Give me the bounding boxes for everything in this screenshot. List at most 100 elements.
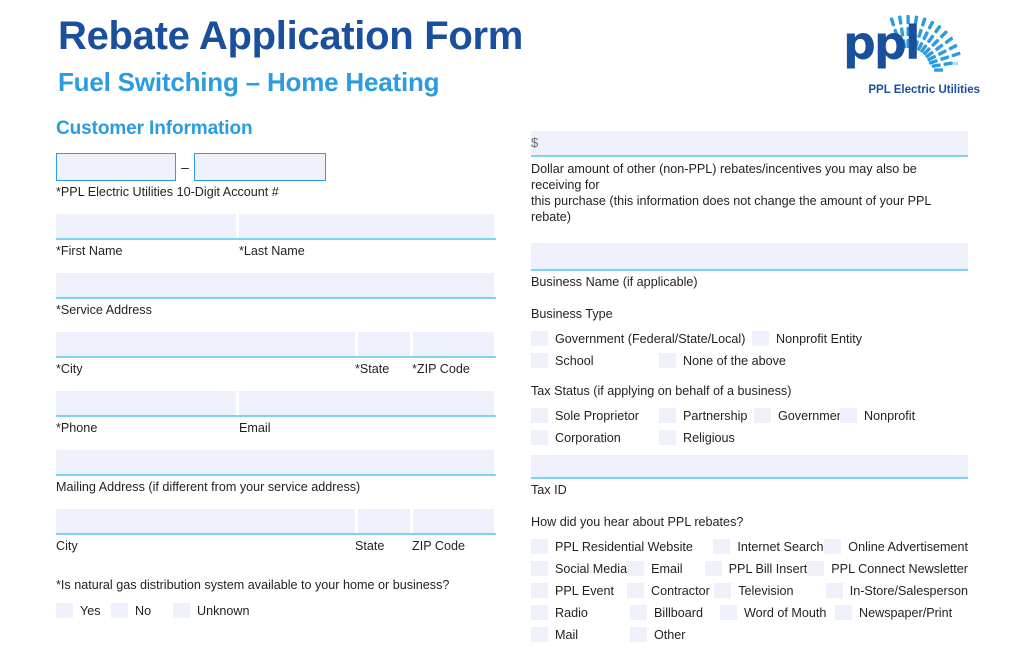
checkbox-box-icon[interactable]	[173, 603, 190, 618]
business-name-input[interactable]	[531, 243, 968, 269]
checkbox-business-type-school[interactable]: School	[531, 353, 659, 368]
checkbox-referral-in-store-salesperson[interactable]: In-Store/Salesperson	[825, 583, 968, 598]
currency-symbol: $	[531, 135, 539, 150]
mailing-city-label: City	[56, 539, 78, 553]
phone-label: *Phone	[56, 421, 98, 435]
email-input[interactable]	[239, 391, 494, 415]
checkbox-referral-ppl-bill-insert[interactable]: PPL Bill Insert	[704, 561, 807, 576]
mailing-address-input[interactable]	[56, 450, 494, 474]
checkbox-gas-no[interactable]: No	[111, 603, 173, 618]
checkbox-label: Nonprofit	[864, 408, 916, 423]
checkbox-tax-status-partnership[interactable]: Partnership	[659, 408, 754, 423]
checkbox-box-icon[interactable]	[704, 561, 722, 576]
checkbox-box-icon[interactable]	[531, 605, 548, 620]
mailing-zip-input[interactable]	[413, 509, 494, 533]
checkbox-box-icon[interactable]	[531, 353, 548, 368]
checkbox-referral-social-media[interactable]: Social Media	[531, 561, 627, 576]
other-rebate-description: Dollar amount of other (non-PPL) rebates…	[531, 161, 968, 225]
checkbox-referral-online-advertisement[interactable]: Online Advertisement	[824, 539, 968, 554]
checkbox-box-icon[interactable]	[824, 539, 842, 554]
checkbox-box-icon[interactable]	[531, 408, 548, 423]
checkbox-box-icon[interactable]	[531, 583, 548, 598]
checkbox-label: Nonprofit Entity	[776, 331, 863, 346]
checkbox-tax-status-corporation[interactable]: Corporation	[531, 430, 659, 445]
service-address-label-row: *Service Address	[56, 302, 496, 319]
checkbox-referral-contractor[interactable]: Contractor	[626, 583, 714, 598]
checkbox-referral-ppl-connect-newsletter[interactable]: PPL Connect Newsletter	[807, 561, 968, 576]
checkbox-business-type-none[interactable]: None of the above	[659, 353, 786, 368]
checkbox-box-icon[interactable]	[659, 408, 676, 423]
checkbox-tax-status-religious[interactable]: Religious	[659, 430, 735, 445]
checkbox-box-icon[interactable]	[626, 583, 644, 598]
checkbox-business-type-nonprofit-entity[interactable]: Nonprofit Entity	[752, 331, 862, 346]
phone-input[interactable]	[56, 391, 236, 415]
service-city-input[interactable]	[56, 332, 355, 356]
checkbox-label: Religious	[683, 430, 735, 445]
checkbox-referral-mail[interactable]: Mail	[531, 627, 630, 642]
page-header: Rebate Application Form Fuel Switching –…	[0, 0, 1024, 112]
checkbox-label: PPL Connect Newsletter	[831, 561, 968, 576]
checkbox-referral-television[interactable]: Television	[714, 583, 825, 598]
checkbox-referral-ppl-residential-website[interactable]: PPL Residential Website	[531, 539, 713, 554]
checkbox-box-icon[interactable]	[111, 603, 128, 618]
checkbox-box-icon[interactable]	[713, 539, 731, 554]
service-state-input[interactable]	[358, 332, 410, 356]
checkbox-box-icon[interactable]	[627, 561, 645, 576]
checkbox-tax-status-government[interactable]: Government	[754, 408, 847, 423]
checkbox-gas-yes[interactable]: Yes	[56, 603, 111, 618]
checkbox-box-icon[interactable]	[659, 353, 676, 368]
checkbox-box-icon[interactable]	[840, 408, 857, 423]
checkbox-referral-radio[interactable]: Radio	[531, 605, 630, 620]
tax-id-input[interactable]	[531, 455, 968, 477]
checkbox-box-icon[interactable]	[825, 583, 843, 598]
checkbox-tax-status-sole-proprietor[interactable]: Sole Proprietor	[531, 408, 659, 423]
checkbox-referral-email[interactable]: Email	[627, 561, 705, 576]
service-state-label: *State	[355, 362, 390, 376]
first-name-input[interactable]	[56, 214, 236, 238]
checkbox-label: Internet Search	[737, 539, 824, 554]
checkbox-referral-word-of-mouth[interactable]: Word of Mouth	[720, 605, 835, 620]
checkbox-label: Mail	[555, 627, 579, 642]
business-name-label-row: Business Name (if applicable)	[531, 274, 968, 291]
mailing-city-state-zip-row	[56, 509, 496, 535]
checkbox-box-icon[interactable]	[531, 561, 548, 576]
mailing-state-input[interactable]	[358, 509, 410, 533]
referral-options-row-1: PPL Residential Website Internet Search …	[531, 539, 968, 554]
checkbox-referral-billboard[interactable]: Billboard	[630, 605, 720, 620]
mailing-city-input[interactable]	[56, 509, 355, 533]
business-type-options-row1: Government (Federal/State/Local) Nonprof…	[531, 331, 968, 346]
checkbox-tax-status-nonprofit[interactable]: Nonprofit	[840, 408, 915, 423]
checkbox-business-type-government[interactable]: Government (Federal/State/Local)	[531, 331, 752, 346]
name-labels-row: *First Name *Last Name	[56, 243, 496, 260]
checkbox-box-icon[interactable]	[630, 627, 647, 642]
other-rebate-description-line1: Dollar amount of other (non-PPL) rebates…	[531, 162, 917, 192]
service-address-input[interactable]	[56, 273, 494, 297]
checkbox-label: Word of Mouth	[744, 605, 827, 620]
checkbox-box-icon[interactable]	[807, 561, 825, 576]
checkbox-box-icon[interactable]	[714, 583, 732, 598]
checkbox-box-icon[interactable]	[56, 603, 73, 618]
checkbox-referral-ppl-event[interactable]: PPL Event	[531, 583, 627, 598]
last-name-input[interactable]	[239, 214, 494, 238]
checkbox-box-icon[interactable]	[754, 408, 771, 423]
checkbox-box-icon[interactable]	[752, 331, 769, 346]
referral-question-label: How did you hear about PPL rebates?	[531, 515, 744, 529]
checkbox-box-icon[interactable]	[630, 605, 647, 620]
checkbox-box-icon[interactable]	[835, 605, 852, 620]
checkbox-box-icon[interactable]	[659, 430, 676, 445]
other-rebate-amount-input[interactable]	[531, 131, 968, 155]
service-zip-input[interactable]	[413, 332, 494, 356]
checkbox-box-icon[interactable]	[531, 627, 548, 642]
checkbox-referral-internet-search[interactable]: Internet Search	[713, 539, 824, 554]
checkbox-box-icon[interactable]	[531, 539, 548, 554]
trademark-symbol: ™	[951, 62, 958, 69]
checkbox-box-icon[interactable]	[720, 605, 737, 620]
referral-options-row-2: Social Media Email PPL Bill Insert PPL C…	[531, 561, 968, 576]
account-number-part1-input[interactable]	[56, 153, 176, 181]
checkbox-referral-newspaper-print[interactable]: Newspaper/Print	[835, 605, 952, 620]
account-number-part2-input[interactable]	[194, 153, 326, 181]
checkbox-box-icon[interactable]	[531, 430, 548, 445]
checkbox-gas-unknown[interactable]: Unknown	[173, 603, 250, 618]
checkbox-referral-other[interactable]: Other	[630, 627, 686, 642]
checkbox-box-icon[interactable]	[531, 331, 548, 346]
